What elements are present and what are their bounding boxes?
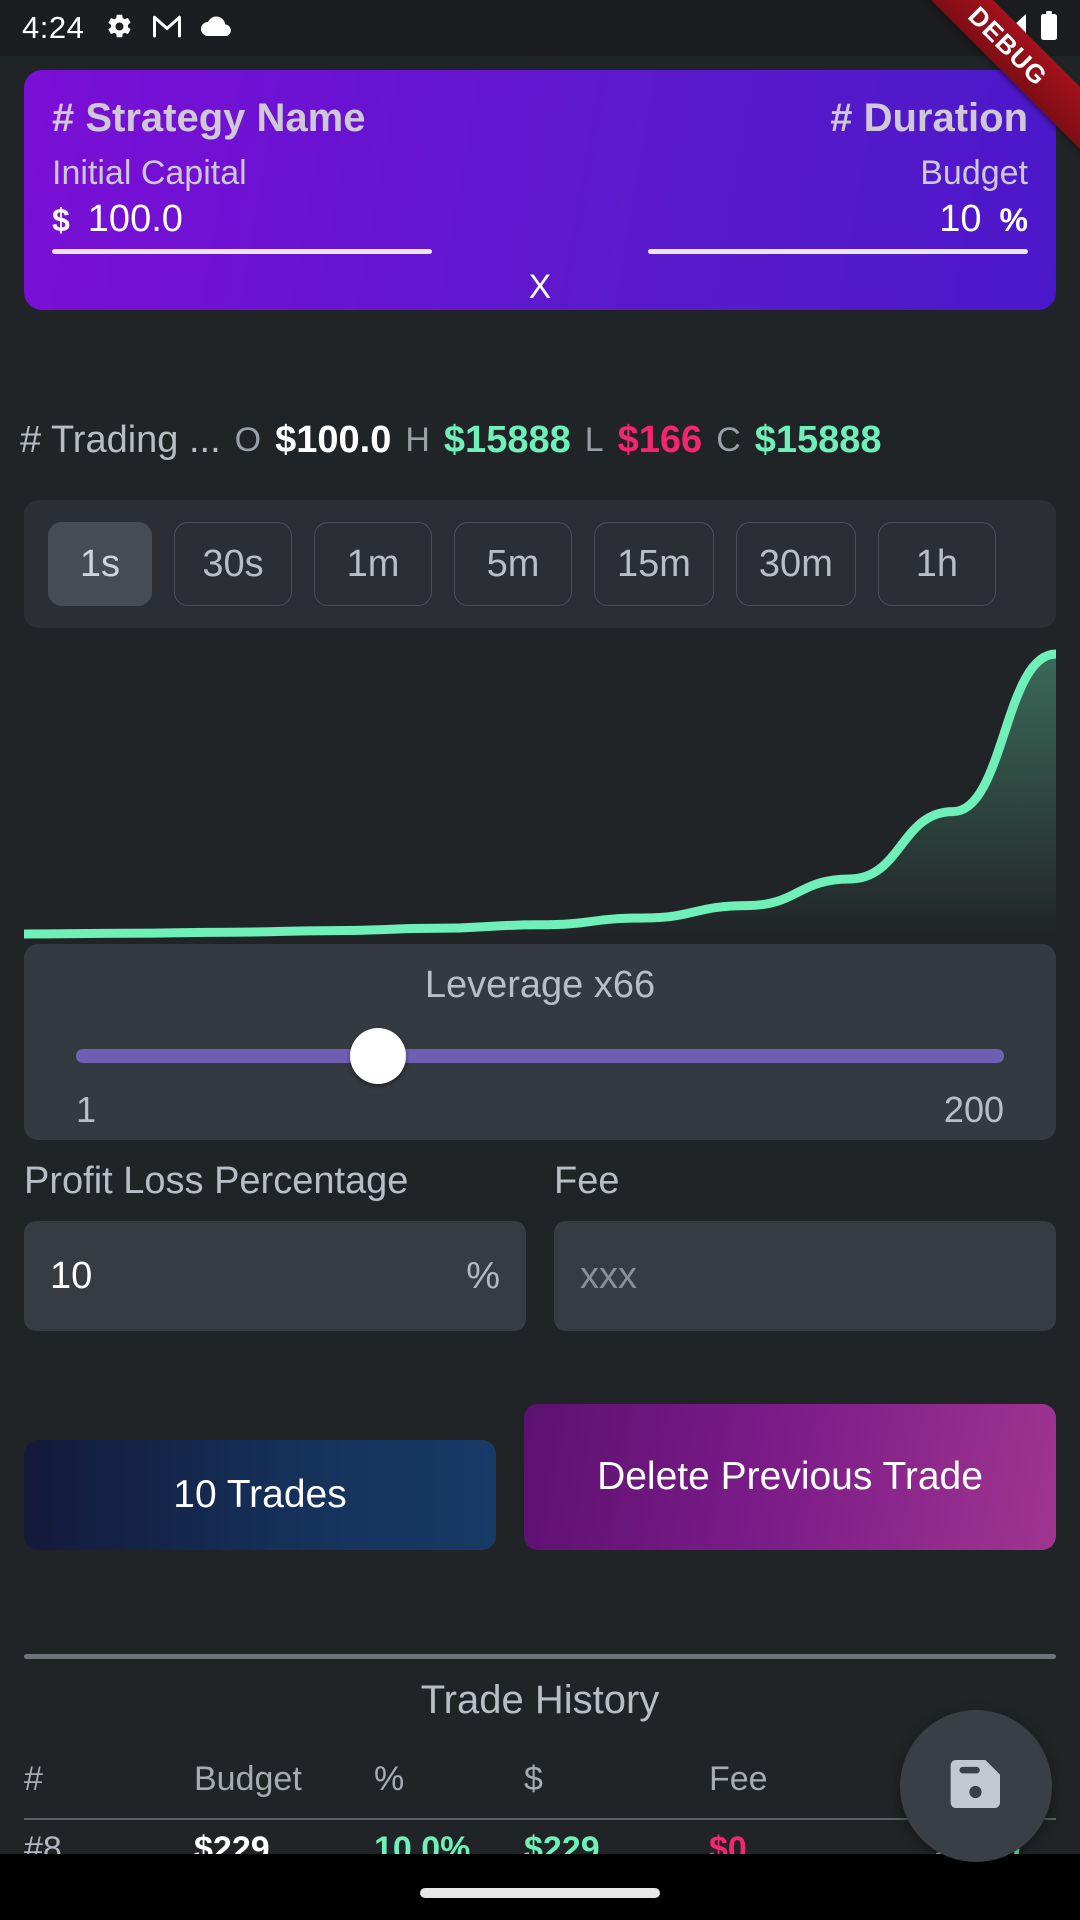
trade-inputs-row: Profit Loss Percentage 10 % Fee xxx	[24, 1160, 1056, 1331]
profit-loss-label: Profit Loss Percentage	[24, 1160, 409, 1202]
timeframe-chip-30s[interactable]: 30s	[174, 522, 292, 606]
leverage-range-labels: 1 200	[76, 1089, 1004, 1131]
leverage-track[interactable]	[76, 1049, 1004, 1063]
leverage-min-label: 1	[76, 1089, 97, 1130]
section-divider	[24, 1654, 1056, 1659]
budget-field[interactable]: Budget 10 %	[648, 154, 1028, 255]
profit-loss-column: Profit Loss Percentage 10 %	[24, 1160, 526, 1331]
delete-previous-trade-button[interactable]: Delete Previous Trade	[524, 1404, 1056, 1550]
column-header-%: %	[374, 1760, 405, 1798]
multiply-symbol: X	[528, 268, 552, 306]
timeframe-chip-5m[interactable]: 5m	[454, 522, 572, 606]
save-floppy-icon	[944, 1752, 1008, 1821]
fee-label: Fee	[554, 1160, 620, 1202]
budget-value: 10	[939, 198, 982, 241]
leverage-thumb[interactable]	[349, 1028, 406, 1084]
price-chart[interactable]	[24, 640, 1056, 940]
profit-loss-value: 10	[50, 1254, 93, 1297]
initial-capital-input[interactable]: $ 100.0	[52, 198, 432, 249]
leverage-card[interactable]: Leverage x66 1 200	[24, 944, 1056, 1140]
strategy-card-header: # Strategy Name # Duration	[52, 96, 1028, 141]
strategy-card[interactable]: # Strategy Name # Duration Initial Capit…	[24, 70, 1056, 310]
leverage-max-label: 200	[943, 1089, 1004, 1130]
ohlc-close-value: $15888	[754, 418, 882, 461]
ohlc-low-key: L	[584, 420, 604, 459]
ohlc-low-value: $166	[617, 418, 703, 461]
gear-icon	[104, 11, 134, 46]
column-header-Fee: Fee	[709, 1760, 768, 1798]
column-header-Budget: Budget	[194, 1760, 302, 1798]
status-left-icons	[104, 11, 234, 46]
trades-count-button[interactable]: 10 Trades	[24, 1440, 496, 1550]
status-time: 4:24	[22, 10, 85, 45]
timeframe-chip-30m[interactable]: 30m	[735, 522, 856, 606]
ohlc-high-value: $15888	[443, 418, 571, 461]
price-chart-svg	[24, 649, 1056, 940]
leverage-title: Leverage x66	[424, 964, 656, 1006]
initial-capital-underline	[52, 249, 432, 255]
budget-input[interactable]: 10 %	[648, 198, 1028, 249]
column-header-#: #	[24, 1760, 43, 1798]
trade-history-title: Trade History	[420, 1678, 660, 1722]
timeframe-selector[interactable]: 1s 30s 1m 5m 15m 30m 1h	[24, 500, 1056, 628]
timeframe-chip-1s[interactable]: 1s	[48, 522, 152, 606]
strategy-card-fields: Initial Capital $ 100.0 Budget 10 %	[52, 154, 1028, 255]
profit-loss-input[interactable]: 10 %	[24, 1221, 526, 1331]
ticker-title[interactable]: # Trading ...	[20, 419, 221, 462]
profit-loss-suffix: %	[466, 1254, 500, 1297]
battery-icon	[1040, 10, 1058, 46]
cloud-icon	[200, 14, 234, 43]
gmail-icon	[152, 13, 182, 44]
strategy-name-label[interactable]: # Strategy Name	[52, 96, 365, 141]
status-bar: 4:24	[0, 0, 1080, 56]
ohlc-high-key: H	[405, 420, 430, 459]
system-navigation-bar	[0, 1854, 1080, 1920]
app-root: 4:24 DEBUG # Strategy Name # Duration In…	[0, 0, 1080, 1920]
timeframe-chip-1h[interactable]: 1h	[877, 522, 996, 606]
column-header-$: $	[524, 1760, 543, 1798]
percent-suffix: %	[999, 202, 1028, 239]
fee-column: Fee xxx	[554, 1160, 1056, 1331]
timeframe-chip-15m[interactable]: 15m	[594, 522, 714, 606]
duration-label[interactable]: # Duration	[830, 96, 1028, 141]
budget-label: Budget	[920, 154, 1028, 192]
dollar-prefix-icon: $	[52, 202, 70, 239]
leverage-slider[interactable]	[76, 1028, 1004, 1084]
timeframe-chip-1m[interactable]: 1m	[314, 522, 432, 606]
action-buttons-row: 10 Trades Delete Previous Trade	[24, 1404, 1056, 1550]
ohlc-ticker: # Trading ... O $100.0 H $15888 L $166 C…	[20, 412, 1070, 468]
timeframe-track: 1s 30s 1m 5m 15m 30m 1h	[48, 522, 1056, 606]
initial-capital-value: 100.0	[87, 198, 183, 241]
ohlc-close-key: C	[716, 420, 741, 459]
initial-capital-field[interactable]: Initial Capital $ 100.0	[52, 154, 432, 255]
save-button[interactable]	[900, 1710, 1052, 1862]
initial-capital-label: Initial Capital	[52, 154, 247, 192]
fee-placeholder: xxx	[580, 1254, 637, 1297]
ohlc-open-value: $100.0	[275, 418, 392, 461]
fee-input[interactable]: xxx	[554, 1221, 1056, 1331]
ohlc-open-key: O	[234, 420, 262, 459]
home-indicator[interactable]	[420, 1888, 660, 1898]
budget-underline	[648, 249, 1028, 255]
